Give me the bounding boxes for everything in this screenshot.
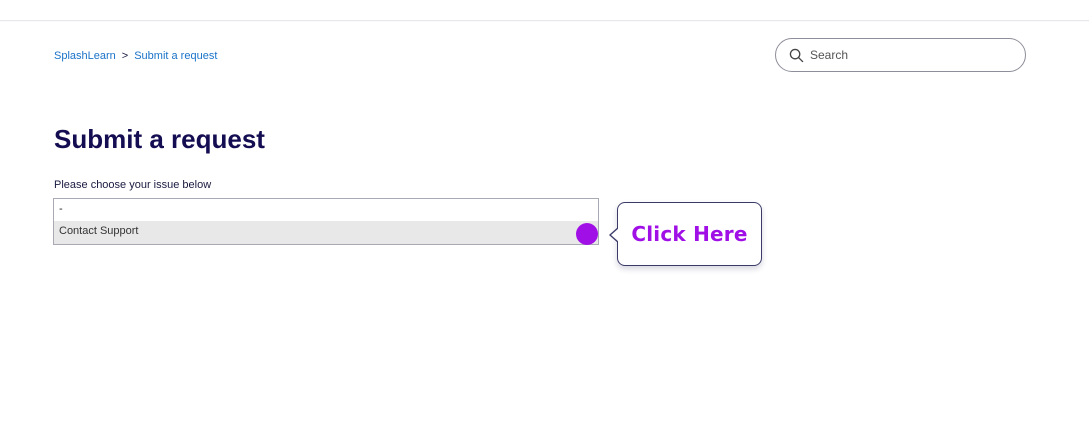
click-here-callout: Click Here <box>609 202 762 266</box>
breadcrumb-home-link[interactable]: SplashLearn <box>54 50 116 62</box>
callout-text: Click Here <box>631 222 748 246</box>
breadcrumb-separator: > <box>121 50 129 62</box>
issue-select-current-value[interactable]: - <box>54 199 598 221</box>
breadcrumb: SplashLearn > Submit a request <box>54 50 217 62</box>
breadcrumb-current-link[interactable]: Submit a request <box>134 50 217 62</box>
issue-select-label: Please choose your issue below <box>54 179 212 191</box>
search-icon <box>788 47 804 63</box>
page-title: Submit a request <box>54 124 265 154</box>
hotspot-dot[interactable] <box>576 223 598 245</box>
search-input[interactable] <box>810 48 1010 62</box>
top-bar <box>0 0 1089 21</box>
search-box[interactable] <box>775 38 1026 72</box>
page: SplashLearn > Submit a request Submit a … <box>0 0 1089 435</box>
issue-option-contact-support[interactable]: Contact Support <box>54 221 598 244</box>
issue-select[interactable]: - Contact Support <box>53 198 599 245</box>
